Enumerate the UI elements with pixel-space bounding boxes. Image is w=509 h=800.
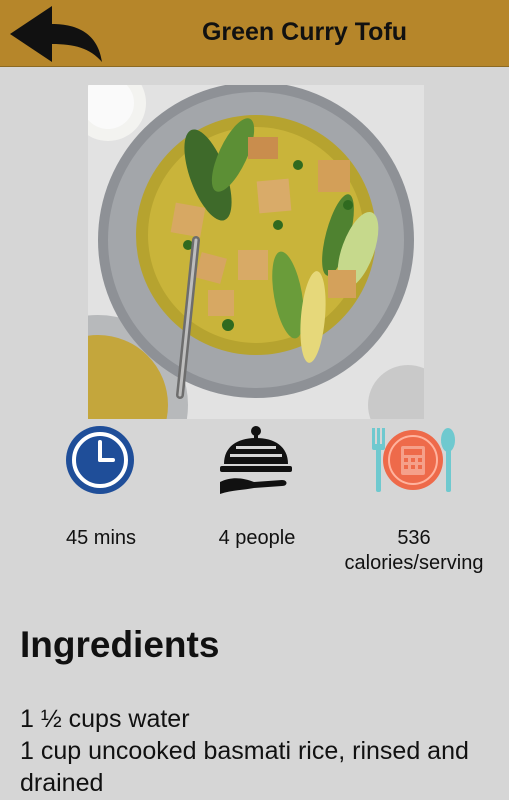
calories-value: 536 bbox=[397, 527, 431, 549]
ingredients-heading: Ingredients bbox=[20, 624, 220, 665]
cook-time-text: 45 mins bbox=[65, 527, 137, 549]
calculator-cutlery-icon bbox=[368, 424, 458, 496]
clock-icon bbox=[64, 424, 136, 496]
back-arrow-icon bbox=[10, 6, 102, 62]
top-bar: Green Curry Tofu bbox=[0, 0, 509, 67]
page-title: Green Curry Tofu bbox=[201, 18, 408, 46]
ingredient-item: 1 cup uncooked basmati rice, rinsed and … bbox=[20, 737, 469, 797]
ingredients-list: 1 ½ cups water 1 cup uncooked basmati ri… bbox=[20, 703, 490, 799]
recipe-photo bbox=[88, 85, 424, 419]
calories-text: 536 calories/serving bbox=[328, 526, 500, 576]
calories-unit: calories/serving bbox=[344, 552, 484, 574]
back-button[interactable] bbox=[6, 4, 106, 64]
ingredient-item: 1 ½ cups water bbox=[20, 705, 190, 733]
servings-text: 4 people bbox=[218, 527, 296, 549]
serving-cloche-icon bbox=[218, 424, 294, 496]
